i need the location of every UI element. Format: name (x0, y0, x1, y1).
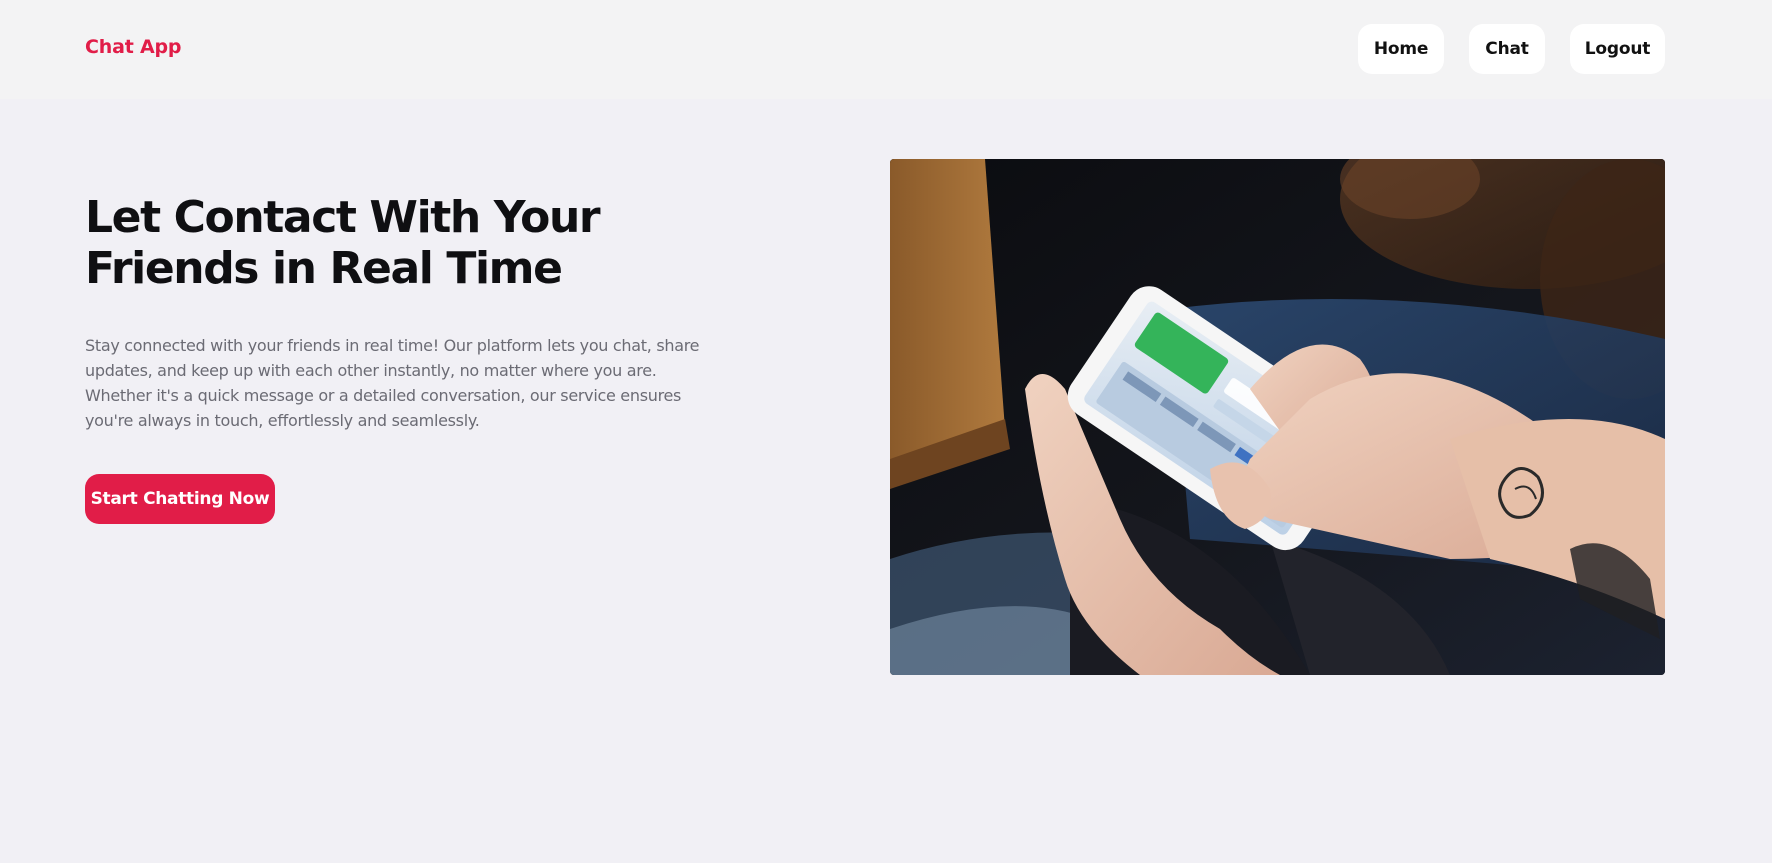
hands-typing-phone-illustration (890, 159, 1665, 675)
nav-chat-button[interactable]: Chat (1469, 24, 1545, 74)
hero-title-line1: Let Contact With Your (85, 192, 601, 243)
hero-title: Let Contact With Your Friends in Real Ti… (85, 192, 645, 294)
brand-logo[interactable]: Chat App (85, 36, 181, 58)
nav-home-button[interactable]: Home (1358, 24, 1444, 74)
hero-description: Stay connected with your friends in real… (85, 336, 700, 430)
top-header: Chat App Home Chat Logout (0, 0, 1772, 99)
start-chatting-button[interactable]: Start Chatting Now (85, 474, 275, 524)
hero-title-line2: Friends in Real Time (85, 243, 563, 294)
nav-logout-button[interactable]: Logout (1570, 24, 1665, 74)
hero-photo (890, 159, 1665, 675)
